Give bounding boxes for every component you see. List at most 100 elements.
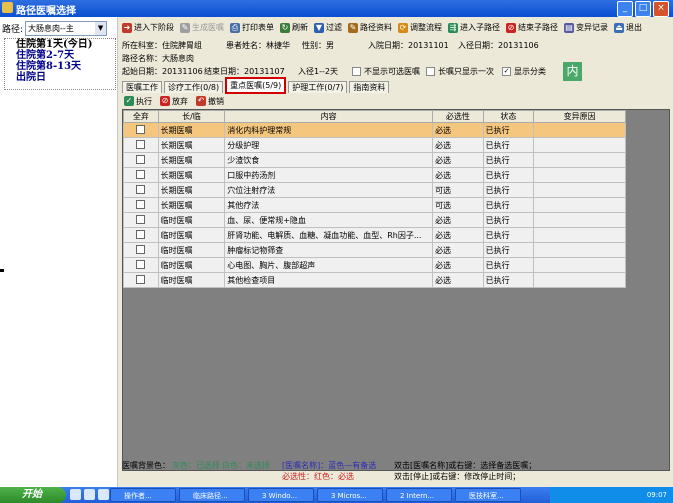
- row-checkbox[interactable]: [136, 169, 146, 179]
- toolbar-button[interactable]: ↻ 刷新: [280, 22, 308, 33]
- row-checkbox[interactable]: [136, 214, 146, 224]
- tab-key-orders[interactable]: 重点医嘱(5/9): [225, 77, 287, 94]
- cell-status[interactable]: 已执行: [482, 167, 535, 183]
- abandon-button[interactable]: ⊘ 放弃: [160, 96, 188, 107]
- toolbar-button[interactable]: ✎ 路径资料: [348, 22, 392, 33]
- close-icon[interactable]: ×: [653, 1, 669, 17]
- cell-variance[interactable]: [533, 227, 626, 243]
- row-checkbox[interactable]: [136, 274, 146, 284]
- row-checkbox[interactable]: [136, 229, 146, 239]
- cell-required[interactable]: 必选: [432, 137, 484, 153]
- row-checkbox[interactable]: [136, 199, 146, 209]
- ie-icon[interactable]: [70, 489, 81, 500]
- opt-hide-optional[interactable]: 不显示可选医嘱: [352, 66, 420, 77]
- col-header[interactable]: 全弃: [123, 110, 159, 123]
- cell-type[interactable]: 临时医嘱: [157, 212, 226, 228]
- toolbar-button[interactable]: ✎ 生成医嘱: [180, 22, 224, 33]
- tab-orders[interactable]: 医嘱工作: [122, 81, 162, 93]
- cell-status[interactable]: 已执行: [482, 182, 535, 198]
- cell-type[interactable]: 临时医嘱: [157, 257, 226, 273]
- cell-variance[interactable]: [533, 122, 626, 138]
- cell-required[interactable]: 必选: [432, 167, 484, 183]
- stage-item[interactable]: 住院第2-7天: [5, 50, 115, 61]
- maximize-icon[interactable]: □: [635, 1, 651, 17]
- cell-status[interactable]: 已执行: [482, 212, 535, 228]
- toolbar-button[interactable]: ⇶ 进入子路径: [448, 22, 500, 33]
- toolbar-button[interactable]: ⊘ 结束子路径: [506, 22, 558, 33]
- cell-status[interactable]: 已执行: [482, 152, 535, 168]
- taskbar-task[interactable]: 2 Intern...: [386, 488, 452, 502]
- checkbox[interactable]: [352, 67, 361, 76]
- cell-type[interactable]: 长期医嘱: [157, 182, 226, 198]
- cell-content[interactable]: 其他疗法: [224, 197, 434, 213]
- cell-variance[interactable]: [533, 137, 626, 153]
- cell-content[interactable]: 肿瘤标记物筛查: [224, 242, 434, 258]
- cell-checkbox[interactable]: [123, 257, 159, 273]
- cell-status[interactable]: 已执行: [482, 227, 535, 243]
- minimize-icon[interactable]: _: [617, 1, 633, 17]
- tab-nursing[interactable]: 护理工作(0/7): [288, 81, 348, 93]
- cell-checkbox[interactable]: [123, 212, 159, 228]
- cell-checkbox[interactable]: [123, 242, 159, 258]
- opt-long-term-once[interactable]: 长嘱只显示一次: [426, 66, 494, 77]
- col-header[interactable]: 状态: [482, 110, 535, 123]
- cell-required[interactable]: 必选: [432, 257, 484, 273]
- cell-variance[interactable]: [533, 272, 626, 288]
- cell-type[interactable]: 临时医嘱: [157, 272, 226, 288]
- cell-required[interactable]: 必选: [432, 272, 484, 288]
- cell-variance[interactable]: [533, 197, 626, 213]
- cell-type[interactable]: 长期医嘱: [157, 167, 226, 183]
- cell-checkbox[interactable]: [123, 182, 159, 198]
- col-header[interactable]: 长/临: [157, 110, 226, 123]
- table-row[interactable]: 临时医嘱 肿瘤标记物筛查 必选 已执行: [123, 242, 626, 258]
- toolbar-button[interactable]: ▤ 变异记录: [564, 22, 608, 33]
- cell-type[interactable]: 长期医嘱: [157, 137, 226, 153]
- table-row[interactable]: 长期医嘱 口服中药汤剂 必选 已执行: [123, 167, 626, 183]
- cell-variance[interactable]: [533, 212, 626, 228]
- table-row[interactable]: 长期医嘱 穴位注射疗法 可选 已执行: [123, 182, 626, 198]
- cell-content[interactable]: 分级护理: [224, 137, 434, 153]
- cell-status[interactable]: 已执行: [482, 137, 535, 153]
- cell-variance[interactable]: [533, 257, 626, 273]
- taskbar-task[interactable]: 医技科室...: [455, 488, 521, 502]
- cell-required[interactable]: 必选: [432, 212, 484, 228]
- path-select[interactable]: 大肠息肉--主 ▼: [25, 20, 108, 36]
- row-checkbox[interactable]: [136, 154, 146, 164]
- cell-checkbox[interactable]: [123, 167, 159, 183]
- table-row[interactable]: 临时医嘱 其他检查项目 必选 已执行: [123, 272, 626, 288]
- row-checkbox[interactable]: [136, 259, 146, 269]
- taskbar-task[interactable]: 临床路径...: [179, 488, 245, 502]
- cell-variance[interactable]: [533, 152, 626, 168]
- cell-type[interactable]: 长期医嘱: [157, 152, 226, 168]
- cell-required[interactable]: 必选: [432, 122, 484, 138]
- chevron-down-icon[interactable]: ▼: [95, 21, 107, 35]
- media-icon[interactable]: [98, 489, 109, 500]
- tab-guide[interactable]: 指南资料: [349, 81, 390, 93]
- opt-show-category[interactable]: ✓ 显示分类: [502, 66, 546, 77]
- cell-content[interactable]: 穴位注射疗法: [224, 182, 434, 198]
- cell-status[interactable]: 已执行: [482, 257, 535, 273]
- table-row[interactable]: 临时医嘱 心电图、胸片、腹部超声 必选 已执行: [123, 257, 626, 273]
- desktop-icon[interactable]: [84, 489, 95, 500]
- cell-content[interactable]: 血、尿、便常规+隐血: [224, 212, 434, 228]
- cell-content[interactable]: 消化内科护理常规: [224, 122, 434, 138]
- cell-variance[interactable]: [533, 167, 626, 183]
- cell-required[interactable]: 可选: [432, 182, 484, 198]
- cell-content[interactable]: 少渣饮食: [224, 152, 434, 168]
- table-row[interactable]: 临时医嘱 肝肾功能、电解质、血糖、凝血功能、血型、Rh因子... 必选 已执行: [123, 227, 626, 243]
- row-checkbox[interactable]: [136, 244, 146, 254]
- cell-checkbox[interactable]: [123, 227, 159, 243]
- col-header[interactable]: 变异原因: [533, 110, 626, 123]
- stage-item[interactable]: 住院第1天(今日): [5, 39, 115, 50]
- taskbar-task[interactable]: 3 Micros...: [317, 488, 383, 502]
- cell-checkbox[interactable]: [123, 152, 159, 168]
- row-checkbox[interactable]: [136, 124, 146, 134]
- toolbar-button[interactable]: ▼ 过滤: [314, 22, 342, 33]
- table-row[interactable]: 长期医嘱 分级护理 必选 已执行: [123, 137, 626, 153]
- cell-required[interactable]: 必选: [432, 152, 484, 168]
- execute-button[interactable]: ✓ 执行: [124, 96, 152, 107]
- row-checkbox[interactable]: [136, 184, 146, 194]
- cell-content[interactable]: 肝肾功能、电解质、血糖、凝血功能、血型、Rh因子...: [224, 227, 434, 243]
- cell-checkbox[interactable]: [123, 272, 159, 288]
- cell-status[interactable]: 已执行: [482, 272, 535, 288]
